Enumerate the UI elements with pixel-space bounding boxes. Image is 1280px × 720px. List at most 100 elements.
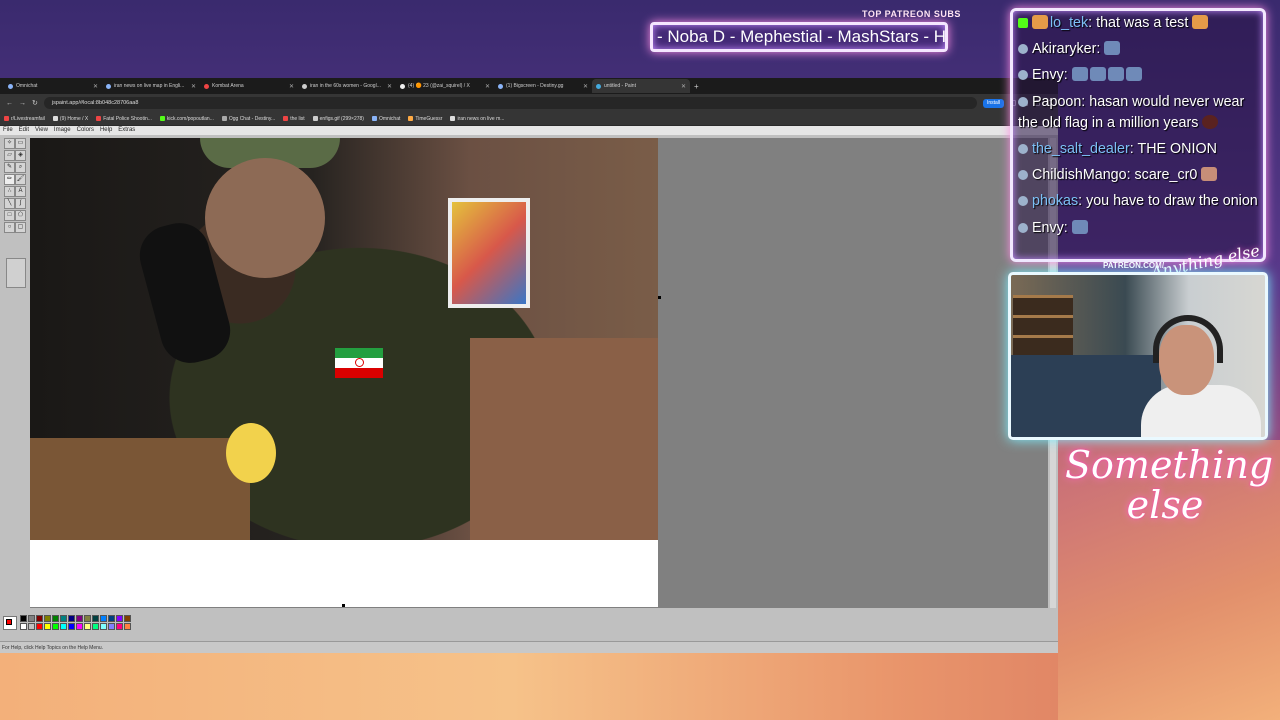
bookmark-favicon-icon [4,116,9,121]
bookmarks-bar: r/Livestreamfail (9) Home / X Fatal Poli… [0,112,1058,126]
palette-color-swatch[interactable] [100,623,107,630]
close-tab-icon[interactable]: ✕ [387,83,392,90]
chat-message: ChildishMango: scare_cr0 [1018,165,1259,186]
menu-extras[interactable]: Extras [118,126,135,135]
chat-overlay: lo_tek: that was a test Akiraryker: Envy… [1010,8,1266,262]
chat-text: you have to draw the onion [1086,193,1258,210]
palette-color-swatch[interactable] [28,623,35,630]
browser-tab[interactable]: (1) Bigscreen - Destiny.gg ✕ [494,79,592,93]
menu-image[interactable]: Image [54,126,71,135]
bot-badge-icon [1018,170,1028,181]
line-tool-icon[interactable]: ╲ [4,198,15,209]
palette-color-swatch[interactable] [124,615,131,622]
fill-tool-icon[interactable]: ◈ [15,150,26,161]
palette-color-swatch[interactable] [84,623,91,630]
palette-color-swatch[interactable] [92,623,99,630]
canvas-resize-handle[interactable] [658,296,661,299]
reload-icon[interactable]: ↻ [32,99,38,107]
palette-color-swatch[interactable] [52,623,59,630]
palette-color-swatch[interactable] [68,623,75,630]
pencil-tool-icon[interactable]: ✏ [4,174,15,185]
install-app-button[interactable]: Install [982,98,1004,108]
tool-options-box[interactable] [6,258,26,288]
palette-color-swatch[interactable] [44,615,51,622]
palette-color-swatch[interactable] [108,623,115,630]
brush-tool-icon[interactable]: 🖌 [15,174,26,185]
text-tool-icon[interactable]: A [15,186,26,197]
palette-color-swatch[interactable] [108,615,115,622]
tab-label: untitled - Paint [604,83,636,89]
new-tab-icon[interactable]: + [694,82,699,91]
bookmark-item[interactable]: the list [283,116,305,122]
palette-color-swatch[interactable] [84,615,91,622]
browser-tab[interactable]: (4) 🟠 23 (@zai_squirel) / X ✕ [396,79,494,93]
back-arrow-icon[interactable]: ← [6,100,13,107]
ellipse-tool-icon[interactable]: ○ [4,222,15,233]
palette-color-swatch[interactable] [36,615,43,622]
palette-color-swatch[interactable] [116,615,123,622]
eraser-tool-icon[interactable]: ▱ [4,150,15,161]
menu-edit[interactable]: Edit [19,126,29,135]
magnifier-tool-icon[interactable]: ⌕ [15,162,26,173]
bookmark-item[interactable]: TimeGuessr [408,116,442,122]
palette-color-swatch[interactable] [124,623,131,630]
bookmark-item[interactable]: Ogg Chat - Destiny... [221,116,275,122]
free-select-tool-icon[interactable]: ✧ [4,138,15,149]
url-input[interactable]: jspaint.app/#local:8b048c28706aa8 [43,97,977,109]
palette-color-swatch[interactable] [92,615,99,622]
palette-color-swatch[interactable] [20,623,27,630]
palette-color-swatch[interactable] [116,623,123,630]
close-tab-icon[interactable]: ✕ [583,83,588,90]
palette-color-swatch[interactable] [76,623,83,630]
palette-color-swatch[interactable] [44,623,51,630]
bookmark-item[interactable]: enfigs.gif (299×278) [312,116,364,122]
palette-color-swatch[interactable] [60,615,67,622]
airbrush-tool-icon[interactable]: ∴ [4,186,15,197]
bookmark-item[interactable]: iran news on live m... [450,116,504,122]
menu-help[interactable]: Help [100,126,112,135]
rectangle-tool-icon[interactable]: □ [4,210,15,221]
browser-tab-active[interactable]: untitled - Paint ✕ [592,79,690,93]
menu-file[interactable]: File [3,126,13,135]
close-tab-icon[interactable]: ✕ [681,83,686,90]
browser-tab[interactable]: iran news on live map in Engli... ✕ [102,79,200,93]
bookmark-item[interactable]: Omnichat [371,116,400,122]
browser-tab[interactable]: iran in the 60s women - Googl... ✕ [298,79,396,93]
close-tab-icon[interactable]: ✕ [93,83,98,90]
palette-color-swatch[interactable] [36,623,43,630]
curve-tool-icon[interactable]: ∫ [15,198,26,209]
current-colors[interactable] [3,616,17,630]
rect-select-tool-icon[interactable]: ▭ [15,138,26,149]
close-tab-icon[interactable]: ✕ [191,83,196,90]
palette-color-swatch[interactable] [68,615,75,622]
emote-icon [1071,67,1088,82]
bookmark-favicon-icon [52,116,58,121]
pasted-webcam-image[interactable] [30,138,658,540]
bookmark-item[interactable]: Fatal Police Shootin... [96,116,152,122]
pick-color-tool-icon[interactable]: ✎ [4,162,15,173]
bookmark-item[interactable]: kick.com/popoutlan... [159,116,214,122]
palette-color-swatch[interactable] [76,615,83,622]
browser-tab[interactable]: Omnichat ✕ [4,79,102,93]
rounded-rect-tool-icon[interactable]: ▢ [15,222,26,233]
canvas-resize-handle[interactable] [342,604,345,607]
palette-color-swatch[interactable] [28,615,35,622]
bookmark-item[interactable]: (9) Home / X [52,116,88,122]
forward-arrow-icon[interactable]: → [19,100,26,107]
palette-color-swatch[interactable] [20,615,27,622]
palette-color-swatch[interactable] [60,623,67,630]
palette-color-swatch[interactable] [100,615,107,622]
paint-menubar: File Edit View Image Colors Help Extras [0,126,1058,135]
browser-tab[interactable]: Kombat Arena ✕ [200,79,298,93]
palette-color-swatch[interactable] [52,615,59,622]
paint-canvas[interactable] [30,138,658,607]
close-tab-icon[interactable]: ✕ [289,83,294,90]
bookmark-favicon-icon [408,116,414,121]
chat-username: phokas [1032,193,1079,210]
menu-view[interactable]: View [35,126,48,135]
polygon-tool-icon[interactable]: ⬠ [15,210,26,221]
close-tab-icon[interactable]: ✕ [485,83,490,90]
bookmark-item[interactable]: r/Livestreamfail [4,116,45,122]
emote-icon [1107,67,1124,82]
menu-colors[interactable]: Colors [77,126,94,135]
